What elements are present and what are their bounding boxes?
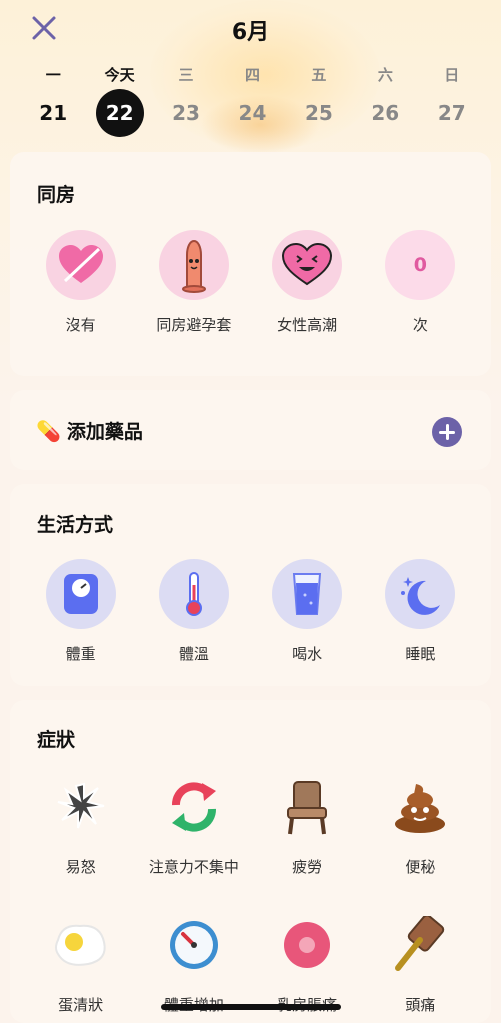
medicine-row: 💊 添加藥品 — [36, 417, 143, 444]
symptom-option[interactable]: 疲勞 — [251, 772, 364, 877]
temperature-option[interactable]: 體溫 — [137, 559, 250, 664]
date-cell[interactable]: 21 — [20, 90, 86, 136]
symptom-option[interactable]: 蛋清狀 — [24, 910, 137, 1015]
water-glass-icon — [272, 559, 343, 629]
pill-icon: 💊 — [36, 418, 61, 443]
symptom-option[interactable]: 便秘 — [364, 772, 477, 877]
date-number: 27 — [437, 101, 466, 125]
symptom-option[interactable]: 乳房脹痛 — [251, 910, 364, 1015]
date-number: 21 — [39, 101, 68, 125]
symptom-option[interactable]: 注意力不集中 — [137, 772, 250, 877]
symptom-option[interactable]: 易怒 — [24, 772, 137, 877]
add-medicine-button[interactable] — [432, 417, 462, 447]
option-label: 次 — [412, 316, 428, 334]
option-label: 沒有 — [65, 316, 96, 334]
weekday-label: 五 — [311, 66, 327, 84]
date-number: 24 — [238, 101, 267, 125]
add-medicine-card[interactable]: 💊 添加藥品 — [10, 390, 491, 470]
option-label: 喝水 — [292, 645, 323, 663]
date-cell[interactable]: 24 — [219, 90, 285, 136]
weekday-label: 四 — [244, 66, 260, 84]
option-label: 睡眠 — [405, 645, 436, 663]
date-cell[interactable]: 27 — [419, 90, 485, 136]
option-label: 易怒 — [65, 858, 96, 876]
option-label: 同房避孕套 — [156, 316, 232, 334]
smiling-heart-icon — [272, 230, 343, 300]
intercourse-card: 同房 沒有 同房避孕套 女性高潮 0 次 — [10, 152, 491, 376]
breast-icon — [272, 910, 342, 980]
option-label: 蛋清狀 — [58, 996, 104, 1014]
water-option[interactable]: 喝水 — [251, 559, 364, 664]
weekday-label-today: 今天 — [104, 66, 135, 84]
card-title: 同房 — [37, 184, 76, 206]
condom-icon — [158, 230, 229, 300]
scale-icon — [45, 559, 116, 629]
crossed-heart-icon — [45, 230, 116, 300]
lifestyle-card: 生活方式 體重 體溫 喝水 睡眠 — [10, 484, 491, 686]
count-option[interactable]: 0 次 — [364, 230, 477, 335]
month-title: 6月 — [231, 20, 270, 45]
weekday-label: 三 — [178, 66, 194, 84]
chair-icon — [272, 772, 342, 842]
date-number: 23 — [172, 101, 200, 125]
option-label: 頭痛 — [405, 996, 436, 1014]
orgasm-option[interactable]: 女性高潮 — [251, 230, 364, 335]
card-title: 生活方式 — [37, 514, 114, 536]
selected-date: 22 — [95, 89, 144, 137]
hammer-icon — [385, 910, 455, 980]
moon-icon — [385, 559, 456, 629]
anger-icon — [46, 772, 116, 842]
date-cell[interactable]: 23 — [153, 90, 219, 136]
date-number: 25 — [304, 101, 333, 125]
poop-icon — [385, 772, 455, 842]
option-label: 體重 — [65, 645, 96, 663]
symptom-option[interactable]: 頭痛 — [364, 910, 477, 1015]
thermometer-icon — [158, 559, 229, 629]
option-label: 便秘 — [405, 858, 436, 876]
count-circle: 0 — [385, 230, 456, 300]
symptom-option[interactable]: 體重增加 — [137, 910, 250, 1015]
date-cell[interactable]: 26 — [352, 90, 418, 136]
sleep-option[interactable]: 睡眠 — [364, 559, 477, 664]
home-indicator — [161, 1004, 341, 1010]
weekday-label: 日 — [444, 66, 460, 84]
refresh-arrows-icon — [159, 772, 229, 842]
weekday-label: 一 — [45, 66, 61, 84]
option-label: 疲勞 — [292, 858, 323, 876]
weekday-row: 一 今天 三 四 五 六 日 — [20, 64, 485, 85]
date-cell-selected[interactable]: 22 — [86, 89, 152, 137]
header: 6月 — [0, 0, 501, 60]
date-number: 26 — [371, 101, 400, 125]
weekday-label: 六 — [377, 66, 393, 84]
gauge-icon — [159, 910, 229, 980]
option-label: 女性高潮 — [277, 316, 338, 334]
date-row: 21 22 23 24 25 26 27 — [20, 89, 485, 137]
egg-icon — [46, 910, 116, 980]
card-title: 症狀 — [37, 729, 76, 751]
date-cell[interactable]: 25 — [286, 90, 352, 136]
option-label: 注意力不集中 — [148, 858, 239, 876]
weight-option[interactable]: 體重 — [24, 559, 137, 664]
count-value: 0 — [413, 254, 427, 276]
condom-option[interactable]: 同房避孕套 — [137, 230, 250, 335]
option-label: 體溫 — [178, 645, 209, 663]
medicine-title: 添加藥品 — [66, 421, 143, 443]
symptoms-card: 症狀 易怒 注意力不集中 疲勞 便秘 蛋清狀 頭痛 — [10, 700, 491, 1023]
no-intercourse-option[interactable]: 沒有 — [24, 230, 137, 335]
